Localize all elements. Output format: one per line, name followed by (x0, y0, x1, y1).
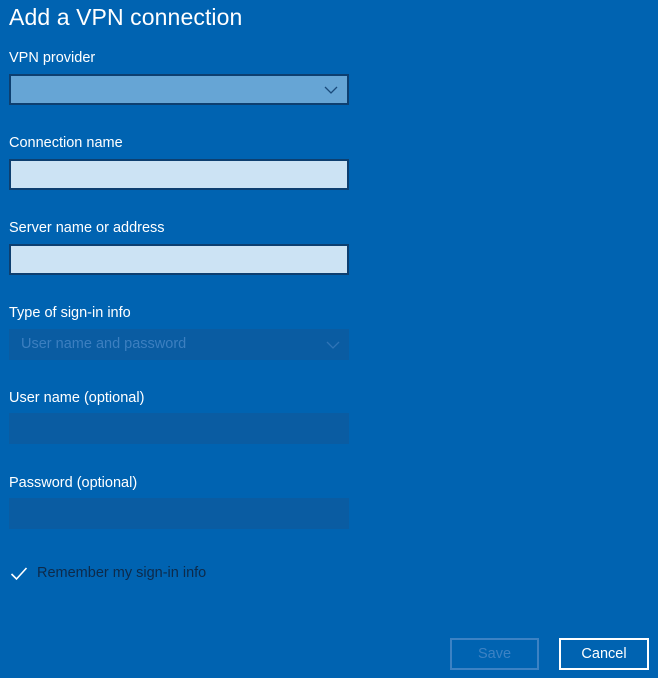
sign-in-type-label: Type of sign-in info (9, 305, 131, 321)
password-input[interactable] (9, 498, 349, 529)
username-label: User name (optional) (9, 390, 145, 406)
server-input[interactable] (9, 244, 349, 275)
page-title: Add a VPN connection (9, 4, 243, 30)
connection-name-label: Connection name (9, 135, 123, 151)
checkmark-icon (10, 567, 28, 581)
server-label: Server name or address (9, 220, 165, 236)
username-input[interactable] (9, 413, 349, 444)
sign-in-type-select[interactable]: User name and password (9, 329, 349, 360)
chevron-down-icon (326, 341, 340, 349)
save-button[interactable]: Save (450, 638, 539, 670)
sign-in-type-value: User name and password (21, 336, 187, 352)
vpn-provider-label: VPN provider (9, 50, 96, 66)
connection-name-input[interactable] (9, 159, 349, 190)
password-label: Password (optional) (9, 475, 138, 491)
remember-label[interactable]: Remember my sign-in info (37, 565, 206, 581)
cancel-button[interactable]: Cancel (559, 638, 649, 670)
remember-checkbox[interactable] (9, 564, 29, 584)
vpn-provider-select[interactable] (9, 74, 349, 105)
chevron-down-icon (324, 86, 338, 94)
